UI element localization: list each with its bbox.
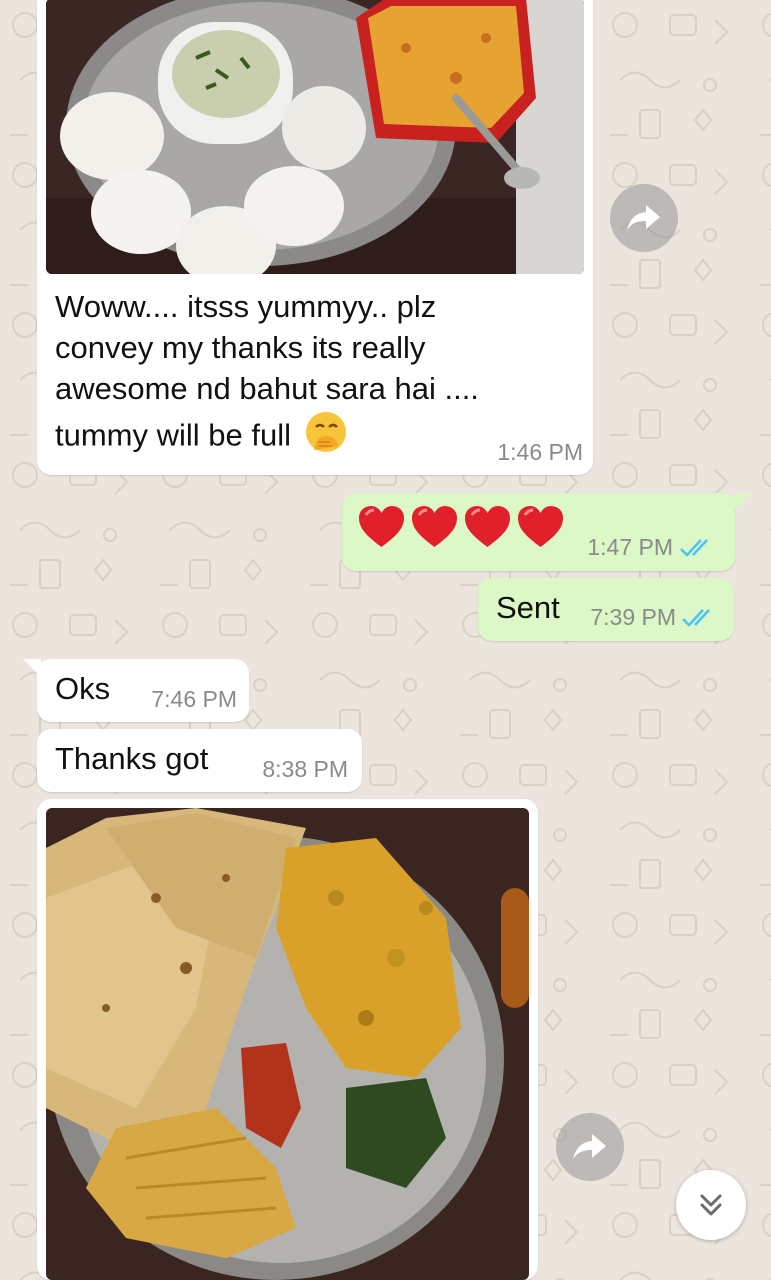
idli-plate-photo[interactable]: [46, 0, 584, 274]
red-heart-emoji: [412, 506, 457, 547]
bubble-tail: [23, 659, 41, 677]
incoming-image-message[interactable]: Woww.... itsss yummyy.. plz convey my th…: [37, 0, 593, 475]
roti-sabzi-plate-photo[interactable]: [46, 808, 529, 1280]
double-check-read-icon: [682, 609, 710, 627]
message-time: 1:46 PM: [497, 439, 583, 465]
incoming-text-message[interactable]: Oks 7:46 PM: [37, 659, 249, 722]
red-heart-emoji: [359, 506, 404, 547]
incoming-text-message[interactable]: Thanks got 8:38 PM: [37, 729, 362, 792]
forward-arrow-icon: [627, 205, 660, 231]
message-text: Woww.... itsss yummyy.. plz convey my th…: [55, 287, 525, 465]
outgoing-text-message[interactable]: Sent 7:39 PM: [478, 578, 734, 641]
double-chevron-down-icon: [700, 1194, 722, 1216]
forward-button[interactable]: [610, 184, 678, 252]
message-time: 7:39 PM: [590, 604, 676, 630]
forward-arrow-icon: [573, 1134, 606, 1160]
scroll-to-bottom-button[interactable]: [676, 1170, 746, 1240]
outgoing-emoji-message[interactable]: 1:47 PM: [342, 493, 735, 571]
message-time: 7:46 PM: [151, 686, 237, 712]
forward-button[interactable]: [556, 1113, 624, 1181]
hand-over-mouth-emoji: [304, 410, 348, 465]
message-time: 1:47 PM: [587, 534, 673, 560]
message-body: Thanks got: [55, 741, 209, 776]
bubble-tail: [733, 493, 751, 511]
double-check-read-icon: [680, 539, 708, 557]
red-heart-emoji: [465, 506, 510, 547]
message-body: Sent: [496, 590, 560, 625]
message-body: Oks: [55, 671, 111, 706]
message-time: 8:38 PM: [262, 756, 348, 782]
incoming-image-message[interactable]: [37, 799, 538, 1280]
message-body: Woww.... itsss yummyy.. plz convey my th…: [55, 289, 479, 453]
hearts-row: [358, 505, 564, 549]
red-heart-emoji: [518, 506, 563, 547]
